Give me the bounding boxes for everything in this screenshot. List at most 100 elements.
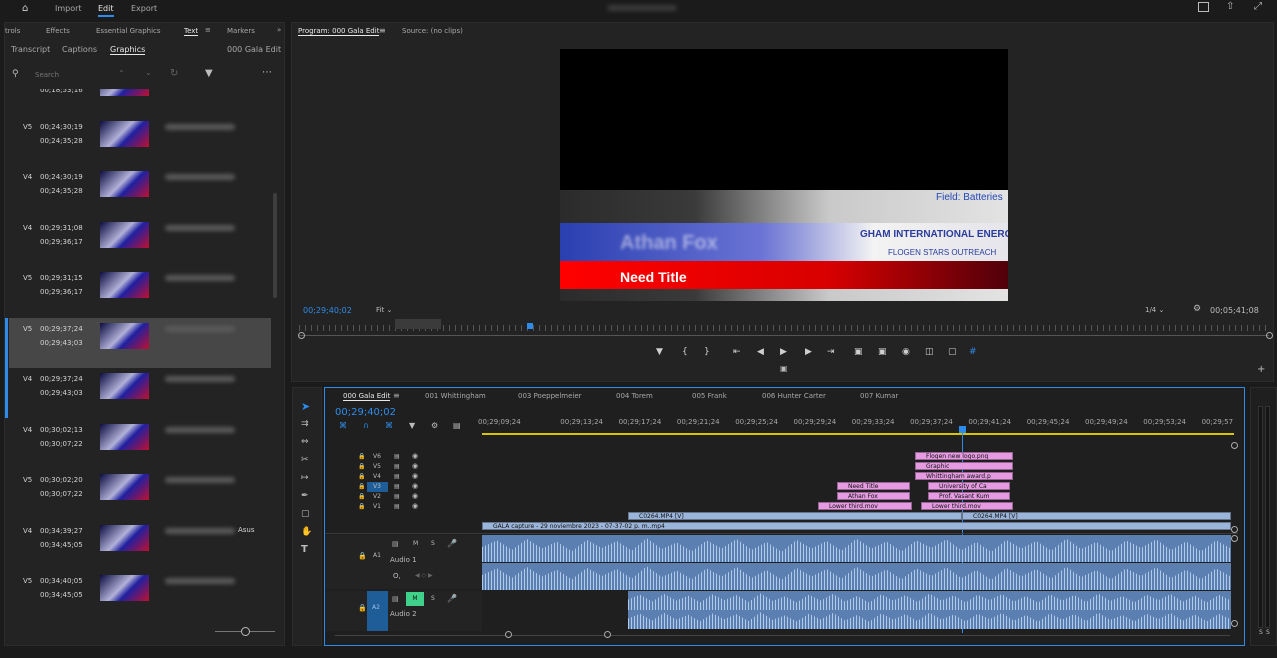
ripple-edit-tool-icon[interactable]: ⇔ — [301, 437, 309, 447]
vertical-zoom-handle-bottom[interactable] — [1231, 526, 1238, 533]
lock-icon[interactable]: 🔒 — [358, 493, 365, 500]
scroll-handle-right[interactable] — [604, 631, 611, 638]
lock-icon[interactable]: 🔒 — [358, 483, 365, 490]
panel-menu-icon[interactable]: ≡ — [205, 26, 211, 34]
quick-export-icon[interactable] — [1198, 2, 1209, 12]
more-tabs-icon[interactable]: » — [277, 26, 281, 34]
hand-tool-icon[interactable]: ✋ — [301, 527, 312, 537]
list-item[interactable]: V5 00;29;31;15 00;29;36;17 — [9, 267, 271, 317]
linked-selection-icon[interactable]: ⌘ — [385, 421, 393, 430]
audio-clip-a2-ch1[interactable] — [628, 591, 1231, 610]
sequence-tab[interactable]: 003 Poeppelmeier — [518, 392, 582, 400]
home-icon[interactable]: ⌂ — [22, 3, 28, 14]
mark-out-icon[interactable]: } — [704, 347, 710, 357]
sequence-tab[interactable]: 007 Kumar — [860, 392, 898, 400]
scroll-handle-left[interactable] — [298, 332, 305, 339]
playhead-marker[interactable] — [959, 426, 966, 433]
playhead-marker[interactable] — [527, 323, 533, 329]
clip-c0264-b[interactable]: C0264.MP4 [V] — [962, 512, 1231, 520]
sequence-tab[interactable]: 000 Gala Edit — [343, 392, 391, 401]
filter-icon[interactable]: ▼ — [205, 68, 213, 79]
replace-icon[interactable]: ↻ — [170, 68, 178, 79]
list-item[interactable]: V5 00;24;30;19 00;24;35;28 — [9, 116, 271, 166]
nest-icon[interactable]: ⌘ — [339, 421, 347, 430]
resolution-dropdown[interactable]: 1/4 ⌄ — [1145, 306, 1164, 314]
timeline-timecode[interactable]: 00;29;40;02 — [335, 407, 396, 418]
sync-lock-icon[interactable]: ▤ — [394, 453, 400, 460]
search-input[interactable] — [35, 69, 110, 81]
mute-button-a2[interactable]: M — [406, 592, 424, 606]
list-item[interactable]: V4 00;34;39;27 00;34;45;05 Asus — [9, 520, 271, 570]
sync-lock-icon[interactable]: ▤ — [394, 503, 400, 510]
list-scrollbar[interactable] — [273, 193, 277, 298]
playhead-timecode[interactable]: 00;29;40;02 — [303, 306, 352, 315]
list-item[interactable]: V4 00;24;30;19 00;24;35;28 — [9, 166, 271, 216]
voiceover-mic-icon[interactable]: 🎤 — [447, 594, 457, 603]
tab-text[interactable]: Text — [184, 27, 199, 36]
panel-menu-icon[interactable]: ≡ — [379, 26, 386, 35]
sequence-tab[interactable]: 001 Whittingham — [425, 392, 486, 400]
more-options-icon[interactable]: ⋯ — [262, 67, 272, 78]
sync-lock-icon[interactable]: ▤ — [394, 463, 400, 470]
clip-university[interactable]: University of Ca — [928, 482, 1010, 490]
list-item[interactable]: V4 00;29;37;24 00;29;43;03 — [5, 368, 271, 418]
tab-effects[interactable]: Effects — [46, 27, 70, 35]
go-to-in-icon[interactable]: ⇤ — [733, 347, 741, 357]
list-item[interactable]: 00;18;53;16 — [9, 89, 271, 115]
clip-athan-fox[interactable]: Athan Fox — [837, 492, 910, 500]
time-ruler[interactable] — [299, 325, 1269, 331]
slip-tool-icon[interactable]: ↦ — [301, 473, 309, 483]
eye-icon[interactable]: ◉ — [412, 482, 418, 490]
sync-lock-icon[interactable]: ▤ — [394, 473, 400, 480]
clip-lower-third-1[interactable]: Lower third.mov — [818, 502, 912, 510]
volume-icon[interactable]: O, — [393, 572, 401, 580]
audio-clip-a1-ch2[interactable] — [482, 563, 1231, 590]
solo-button-a2[interactable]: S — [431, 595, 435, 602]
eye-icon[interactable]: ◉ — [412, 492, 418, 500]
lock-icon[interactable]: 🔒 — [358, 604, 367, 612]
selection-tool-icon[interactable]: ➤ — [301, 400, 310, 413]
tab-transcript[interactable]: Transcript — [11, 45, 50, 54]
comparison-view-icon[interactable]: ◫ — [925, 347, 934, 357]
nav-edit[interactable]: Edit — [98, 4, 114, 17]
tab-controls[interactable]: trols — [5, 27, 20, 35]
keyframe-nav-icons[interactable]: ◀ ◇ ▶ — [415, 572, 433, 579]
tab-essential-graphics[interactable]: Essential Graphics — [96, 27, 161, 35]
sync-lock-icon[interactable]: ▤ — [392, 595, 399, 603]
tab-markers[interactable]: Markers — [227, 27, 255, 35]
lock-icon[interactable]: 🔒 — [358, 463, 365, 470]
safe-margins-icon[interactable]: ▢ — [948, 347, 957, 357]
audio-clip-a1-ch1[interactable] — [482, 535, 1231, 562]
sequence-tab[interactable]: 004 Torem — [616, 392, 653, 400]
export-frame-icon[interactable]: ◉ — [902, 347, 910, 357]
voiceover-mic-icon[interactable]: 🎤 — [447, 539, 457, 548]
clip-gala-capture[interactable]: GALA capture - 29 noviembre 2023 - 07-37… — [482, 522, 1231, 530]
a2-source-patch[interactable] — [367, 591, 388, 631]
eye-icon[interactable]: ◉ — [412, 462, 418, 470]
sync-lock-icon[interactable]: ▤ — [394, 493, 400, 500]
add-button-icon[interactable]: + — [1257, 364, 1265, 375]
clip-c0264-a[interactable]: C0264.MP4 [V] — [628, 512, 962, 520]
mark-in-icon[interactable]: { — [682, 347, 688, 357]
lock-icon[interactable]: 🔒 — [358, 503, 365, 510]
audio-clip-a2-ch2[interactable] — [628, 610, 1231, 629]
clip-whittingham-award[interactable]: Whittingham award.p — [915, 472, 1013, 480]
sync-lock-icon[interactable]: ▤ — [392, 540, 399, 548]
scroll-handle-right[interactable] — [1266, 332, 1273, 339]
multicam-icon[interactable]: # — [969, 347, 977, 357]
clip-graphic[interactable]: Graphic — [915, 462, 1013, 470]
solo-right[interactable]: S — [1266, 629, 1270, 636]
nav-export[interactable]: Export — [131, 4, 157, 13]
audio-zoom-handle-bottom[interactable] — [1231, 620, 1238, 627]
sequence-tab[interactable]: 006 Hunter Carter — [762, 392, 826, 400]
pen-tool-icon[interactable]: ✒ — [301, 491, 309, 501]
work-area-bar[interactable] — [395, 319, 441, 329]
mute-button-a1[interactable]: M — [413, 540, 418, 547]
vertical-zoom-handle-top[interactable] — [1231, 442, 1238, 449]
insert-icon[interactable]: ▣ — [854, 347, 863, 357]
panel-menu-icon[interactable]: ≡ — [393, 391, 400, 400]
clip-need-title[interactable]: Need Title — [837, 482, 910, 490]
eye-icon[interactable]: ◉ — [412, 502, 418, 510]
list-item[interactable]: V4 00;30;02;13 00;30;07;22 — [9, 419, 271, 469]
work-area-bar[interactable] — [482, 433, 1234, 435]
